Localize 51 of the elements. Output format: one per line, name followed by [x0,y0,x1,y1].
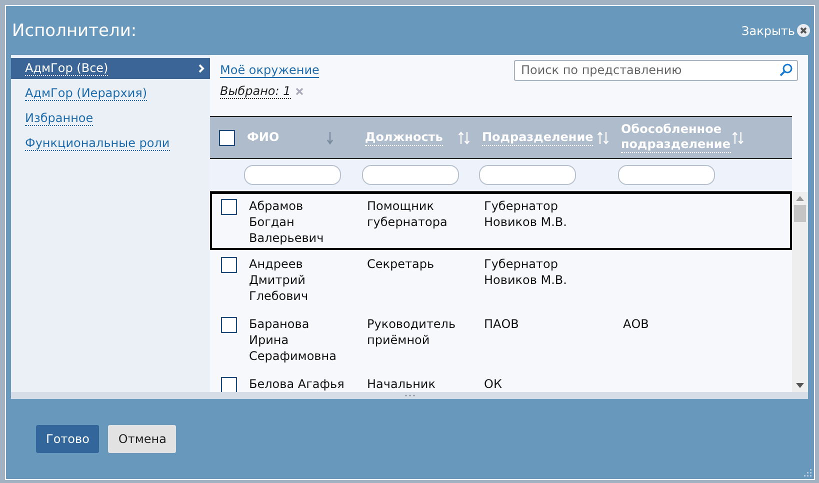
table-cell-text: Андреев Дмитрий Глебович [249,256,310,304]
filter-field[interactable] [362,165,459,186]
environment-link[interactable]: Моё окружение [220,63,320,78]
scroll-up-icon[interactable] [796,196,804,201]
table-cell-text: Губернатор Новиков М.В. [484,198,568,230]
clear-icon[interactable] [294,87,304,96]
table-cell-text: ОК [484,376,503,392]
filter-field[interactable] [244,165,341,186]
table-cell-text: Баранова Ирина Серафимовна [249,316,338,364]
table-row[interactable]: Баранова Ирина Серафимовна Руководитель приёмной ПАОВ АОВ [210,310,792,370]
table-row[interactable]: Андреев Дмитрий Глебович Секретарь Губернатор Новиков М.В. [210,250,792,310]
sidebar-item[interactable]: Функциональные роли [11,133,210,154]
grip-dots-icon[interactable] [404,394,416,397]
table-cell-text: Абрамов Богдан Валерьевич [249,198,325,246]
filter-field[interactable] [618,165,715,186]
row-checkbox[interactable] [221,317,237,333]
table-cell-text: АОВ [623,316,650,332]
scrollbar-thumb[interactable] [794,205,806,222]
sort-down-icon[interactable] [326,130,334,144]
search-icon[interactable] [779,63,793,77]
search-field[interactable]: Поиск по представлению [514,60,798,80]
selected-count-link[interactable]: Выбрано: 1 [220,84,291,99]
sidebar-item[interactable]: АдмГор (Все) [11,58,210,79]
resize-grip-icon[interactable] [802,467,812,477]
sidebar-item[interactable]: АдмГор (Иерархия) [11,83,210,104]
table-cell-text: Секретарь [367,256,436,272]
focused-row[interactable]: Абрамов Богдан Валерьевич Помощник губернатора Губернатор Новиков М.В. [210,192,792,250]
sort-icon[interactable] [457,130,471,144]
table-cell-text: Помощник губернатора [367,198,448,230]
scroll-down-icon[interactable] [796,383,804,388]
sort-icon[interactable] [731,130,745,144]
table-row[interactable]: Белова Агафья Начальник ОК [210,370,792,392]
cancel-button[interactable]: Отмена [108,425,176,453]
select-all-checkbox[interactable] [219,130,235,146]
done-button[interactable]: Готово [36,425,100,453]
chevron-icon [198,64,205,73]
table-cell-text: ПАОВ [484,316,520,332]
close-icon [797,24,810,37]
table-cell-text: Белова Агафья [249,376,346,392]
table-cell-text: Губернатор Новиков М.В. [484,256,568,288]
row-checkbox[interactable] [221,257,237,273]
sidebar-item[interactable]: Избранное [11,108,210,129]
table-cell-text: Начальник [367,376,436,392]
row-checkbox[interactable] [221,199,237,215]
filter-field[interactable] [479,165,576,186]
row-checkbox[interactable] [221,377,237,392]
vertical-scrollbar[interactable] [792,192,808,392]
close-button[interactable]: Закрыть [742,24,810,38]
table-cell-text: Руководитель приёмной [367,316,457,348]
dialog-title: Исполнители: [12,20,137,40]
sort-icon[interactable] [596,130,610,144]
